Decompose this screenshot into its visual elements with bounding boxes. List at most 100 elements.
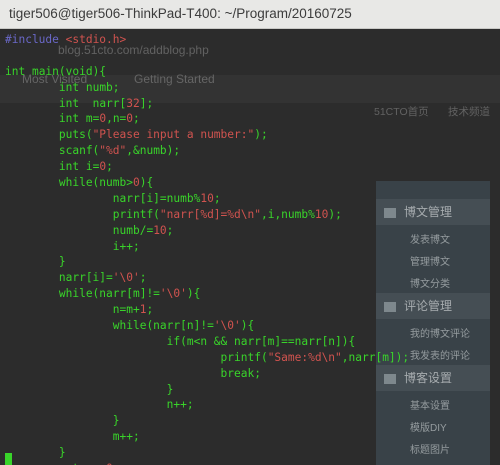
ghost-sidebar-item: 管理博文 [410, 257, 450, 268]
code-token: ; [213, 191, 221, 205]
ghost-sidebar-item: 我发表的评论 [410, 351, 470, 362]
code-token: while(narr[n]!= [5, 319, 214, 333]
code-token: m= [85, 112, 100, 126]
text-cursor [5, 453, 12, 465]
code-token: ); [328, 207, 342, 221]
code-token: m++; [5, 430, 140, 444]
ghost-nav-tech: 技术频道 [448, 106, 490, 118]
code-token: } [5, 414, 120, 428]
code-token: ; [139, 271, 147, 285]
code-token: '\0' [159, 287, 187, 301]
code-line[interactable]: while(narr[n]!='\0'){ [5, 318, 409, 334]
code-line[interactable]: n++; [5, 397, 409, 413]
code-line[interactable]: while(numb>0){ [5, 175, 409, 191]
code-line[interactable]: narr[i]=numb%10; [5, 191, 409, 207]
code-line[interactable] [5, 48, 409, 64]
ghost-sidebar-item: 模版DIY [410, 423, 447, 434]
code-line[interactable]: m++; [5, 429, 409, 445]
code-token: '\0' [213, 319, 241, 333]
code-line[interactable]: narr[i]='\0'; [5, 270, 409, 286]
code-token: break; [5, 366, 261, 380]
code-token: ); [254, 128, 268, 142]
code-token: ,narr[m]); [341, 350, 410, 364]
code-token: "%d" [99, 144, 127, 158]
code-token: i++; [5, 239, 140, 253]
code-token: main(void){ [31, 64, 107, 78]
code-token: 32 [126, 96, 140, 110]
code-line[interactable]: } [5, 254, 409, 270]
code-token: "Please input a number:" [92, 128, 255, 142]
ghost-sidebar-item: 标题图片 [410, 445, 450, 456]
code-line[interactable]: } [5, 413, 409, 429]
code-line[interactable]: numb/=10; [5, 223, 409, 239]
code-token: numb; [85, 80, 120, 94]
terminal-area[interactable]: blog.51cto.com/addblog.php Most Visited … [0, 29, 500, 465]
code-token: ,&numb); [126, 144, 181, 158]
code-line[interactable]: int main(void){ [5, 64, 409, 80]
code-token: ){ [240, 319, 255, 333]
code-token: ]; [139, 96, 154, 110]
code-token: 10 [314, 207, 329, 221]
code-token: printf( [5, 350, 268, 364]
code-line[interactable]: return 0; [5, 461, 409, 465]
code-token: numb/= [5, 223, 154, 237]
window-title: tiger506@tiger506-ThinkPad-T400: ~/Progr… [9, 6, 352, 21]
ghost-sidebar-item: 基本设置 [410, 401, 450, 412]
code-token: int [58, 80, 86, 94]
code-line[interactable]: int narr[32]; [5, 96, 409, 112]
code-editor[interactable]: #include <stdio.h> int main(void){ int nu… [5, 32, 409, 465]
ghost-sidebar-item: 博文分类 [410, 279, 450, 290]
code-line[interactable]: #include <stdio.h> [5, 32, 409, 48]
code-line[interactable]: printf("Same:%d\n",narr[m]); [5, 350, 410, 366]
code-token: ; [166, 223, 174, 237]
code-token: while(narr[m]!= [5, 287, 160, 301]
code-token: ){ [186, 287, 201, 301]
code-line[interactable]: } [5, 382, 409, 398]
code-token: puts( [5, 128, 93, 142]
code-line[interactable]: while(narr[m]!='\0'){ [5, 286, 409, 302]
code-line[interactable]: break; [5, 366, 409, 382]
code-token: 10 [153, 223, 167, 237]
code-line[interactable]: puts("Please input a number:"); [5, 127, 409, 143]
code-token: ){ [139, 176, 154, 190]
code-line[interactable]: i++; [5, 239, 409, 255]
code-token: if(m<n && narr[m]==narr[n]){ [5, 334, 356, 348]
code-token: } [5, 382, 174, 396]
code-line[interactable]: printf("narr[%d]=%d\n",i,numb%10); [5, 207, 409, 223]
code-token: narr[ [92, 96, 127, 110]
code-token: ; [133, 112, 140, 126]
code-token: ,i,numb% [260, 207, 315, 221]
code-line[interactable]: int m=0,n=0; [5, 111, 409, 127]
code-line[interactable]: scanf("%d",&numb); [5, 143, 409, 159]
code-token: ,n= [106, 112, 127, 126]
code-token: ; [106, 160, 113, 174]
code-token: narr[i]=numb% [5, 191, 201, 205]
code-line[interactable]: if(m<n && narr[m]==narr[n]){ [5, 334, 409, 350]
code-line[interactable]: n=m+1; [5, 302, 409, 318]
code-token: #include [5, 33, 66, 46]
code-token: int [58, 112, 86, 126]
code-token: } [5, 446, 66, 460]
code-token: scanf( [5, 144, 100, 158]
code-token: narr[i]= [5, 271, 113, 285]
code-token: } [5, 255, 66, 269]
code-token: int [58, 96, 93, 110]
ghost-sidebar-item: 我的博文评论 [410, 329, 470, 340]
code-token: n=m+ [5, 303, 140, 317]
code-line[interactable]: int i=0; [5, 159, 409, 175]
code-line[interactable]: } [5, 445, 409, 461]
code-token: ; [146, 303, 154, 317]
code-token: '\0' [112, 271, 140, 285]
window-titlebar[interactable]: tiger506@tiger506-ThinkPad-T400: ~/Progr… [0, 0, 500, 29]
code-token: 10 [200, 191, 214, 205]
code-token: 0 [132, 176, 140, 190]
code-token: printf( [5, 207, 160, 221]
code-line[interactable]: int numb; [5, 80, 409, 96]
code-token: n++; [5, 398, 194, 412]
code-token: int [58, 160, 86, 174]
code-token: int [5, 64, 32, 78]
